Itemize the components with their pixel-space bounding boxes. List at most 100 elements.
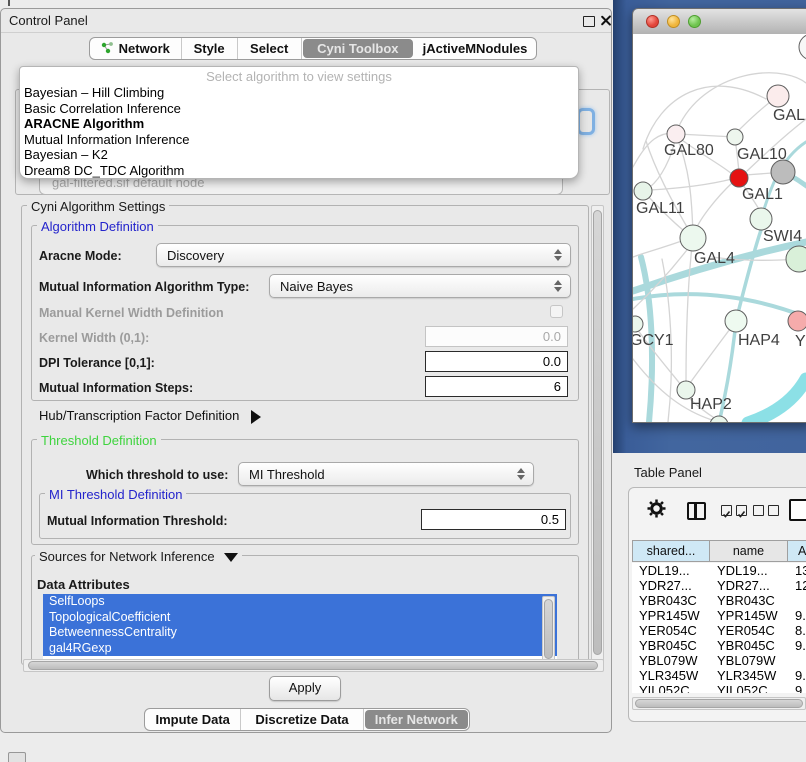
table-cell[interactable]: YPR145W (710, 608, 788, 623)
checked-columns-icon[interactable] (721, 505, 747, 516)
table-row[interactable]: YBR043CYBR043C (632, 593, 806, 608)
column-header-shared[interactable]: shared... (632, 540, 710, 562)
tab-impute-data[interactable]: Impute Data (145, 709, 241, 730)
table-cell[interactable]: 9. (788, 608, 806, 623)
network-node[interactable] (771, 160, 795, 184)
manual-kernel-checkbox[interactable] (550, 305, 563, 318)
table-row[interactable]: YLR345WYLR345W9. (632, 668, 806, 683)
table-cell[interactable]: 9. (788, 668, 806, 683)
algorithm-option[interactable]: Dream8 DC_TDC Algorithm (24, 163, 574, 179)
table-cell[interactable]: YBL079W (632, 653, 710, 668)
mi-steps-field[interactable]: 6 (425, 376, 568, 397)
mi-threshold-field[interactable]: 0.5 (421, 509, 566, 530)
mi-algorithm-type-combo[interactable]: Naive Bayes (269, 274, 571, 298)
settings-horizontal-scrollbar[interactable] (23, 659, 604, 672)
table-cell[interactable]: 9. (788, 638, 806, 653)
table-cell[interactable]: YER054C (632, 623, 710, 638)
table-cell[interactable]: YBL079W (710, 653, 788, 668)
table-cell[interactable]: YIL052C (710, 683, 788, 693)
data-attribute-item[interactable]: TopologicalCoefficient (43, 610, 557, 626)
zoom-traffic-light-icon[interactable] (688, 15, 701, 28)
network-node-gal10[interactable] (727, 129, 743, 145)
table-cell[interactable]: YER054C (710, 623, 788, 638)
table-row[interactable]: YDL19...YDL19...13 (632, 563, 806, 578)
kernel-width-field[interactable]: 0.0 (425, 326, 568, 347)
table-cell[interactable]: 9 (788, 683, 806, 693)
table-cell[interactable]: YDR27... (632, 578, 710, 593)
network-node-gal4[interactable] (680, 225, 706, 251)
network-node-y[interactable] (788, 311, 806, 331)
aracne-mode-combo[interactable]: Discovery (156, 243, 571, 267)
network-window-titlebar[interactable] (633, 9, 806, 35)
algorithm-option[interactable]: Bayesian – Hill Climbing (24, 85, 574, 101)
table-cell[interactable]: YPR145W (632, 608, 710, 623)
network-node-gcy1[interactable] (633, 316, 643, 332)
data-attributes-list[interactable]: SelfLoopsTopologicalCoefficientBetweenne… (43, 594, 557, 664)
minimize-traffic-light-icon[interactable] (667, 15, 680, 28)
table-cell[interactable]: 8. (788, 623, 806, 638)
gear-icon[interactable] (647, 499, 666, 523)
algorithm-option[interactable]: Basic Correlation Inference (24, 101, 574, 117)
algorithm-option[interactable]: Mutual Information Inference (24, 132, 574, 148)
table-cell[interactable]: YBR043C (632, 593, 710, 608)
data-attribute-item[interactable]: gal4RGexp (43, 641, 557, 657)
network-node-swi4[interactable] (750, 208, 772, 230)
algorithm-option[interactable]: Bayesian – K2 (24, 147, 574, 163)
tab-select[interactable]: Select (238, 38, 302, 59)
table-cell[interactable]: YBR043C (710, 593, 788, 608)
which-threshold-combo[interactable]: MI Threshold (238, 462, 534, 486)
columns-icon[interactable] (687, 502, 706, 520)
table-row[interactable]: YER054CYER054C8. (632, 623, 806, 638)
table-row[interactable]: YDR27...YDR27...12 (632, 578, 806, 593)
table-cell[interactable]: YDL19... (710, 563, 788, 578)
network-node-gal1[interactable] (730, 169, 748, 187)
table-horizontal-scrollbar[interactable] (632, 697, 806, 710)
table-cell[interactable]: YLR345W (632, 668, 710, 683)
table-body[interactable]: YDL19...YDL19...13YDR27...YDR27...12YBR0… (632, 563, 806, 693)
page-icon[interactable] (789, 499, 806, 521)
close-icon[interactable] (599, 14, 612, 27)
network-node-hap4[interactable] (725, 310, 747, 332)
table-cell[interactable]: YBR045C (710, 638, 788, 653)
tab-infer-network[interactable]: Infer Network (365, 710, 468, 729)
dpi-tolerance-field[interactable]: 0.0 (425, 351, 568, 372)
network-node-gal80[interactable] (667, 125, 685, 143)
data-attribute-item[interactable]: SelfLoops (43, 594, 557, 610)
table-cell[interactable] (788, 653, 806, 668)
tab-cyni-toolbox[interactable]: Cyni Toolbox (303, 39, 413, 58)
column-header-name[interactable]: name (710, 540, 788, 562)
table-row[interactable]: YBR045CYBR045C9. (632, 638, 806, 653)
table-row[interactable]: YIL052CYIL052C9 (632, 683, 806, 693)
table-row[interactable]: YPR145WYPR145W9. (632, 608, 806, 623)
tab-style[interactable]: Style (182, 38, 238, 59)
table-cell[interactable]: YDR27... (710, 578, 788, 593)
network-node[interactable] (799, 34, 806, 60)
hub-section-toggle[interactable]: Hub/Transcription Factor Definition (39, 408, 261, 424)
network-node-gal[interactable] (767, 85, 789, 107)
algorithm-option[interactable]: ARACNE Algorithm (24, 116, 574, 132)
close-traffic-light-icon[interactable] (646, 15, 659, 28)
algorithm-combo-focused[interactable] (577, 108, 595, 135)
unchecked-columns-icon[interactable] (753, 505, 779, 516)
network-node-gal11[interactable] (634, 182, 652, 200)
sources-group-title[interactable]: Sources for Network Inference (35, 549, 242, 564)
apply-button[interactable]: Apply (269, 676, 341, 701)
table-row[interactable]: YBL079WYBL079W (632, 653, 806, 668)
table-cell[interactable]: YIL052C (632, 683, 710, 693)
column-header-third[interactable]: A (788, 540, 806, 562)
table-cell[interactable]: YDL19... (632, 563, 710, 578)
tab-network[interactable]: Network (90, 38, 182, 59)
settings-vertical-scrollbar[interactable] (591, 205, 604, 665)
table-cell[interactable]: YBR045C (632, 638, 710, 653)
data-attribute-item[interactable]: BetweennessCentrality (43, 625, 557, 641)
network-node[interactable] (786, 246, 806, 272)
table-cell[interactable]: YLR345W (710, 668, 788, 683)
table-cell[interactable] (788, 593, 806, 608)
table-cell[interactable]: 12 (788, 578, 806, 593)
network-canvas[interactable]: GALGAL80GAL10GAL1GAL11SWI4GAL4GCY1HAP4YH… (633, 34, 806, 422)
float-window-icon[interactable] (583, 16, 595, 27)
tab-discretize-data[interactable]: Discretize Data (241, 709, 363, 730)
table-cell[interactable]: 13 (788, 563, 806, 578)
tab-jactivemnodules[interactable]: jActiveMNodules (414, 38, 536, 59)
minimized-panel-icon[interactable] (8, 752, 26, 762)
